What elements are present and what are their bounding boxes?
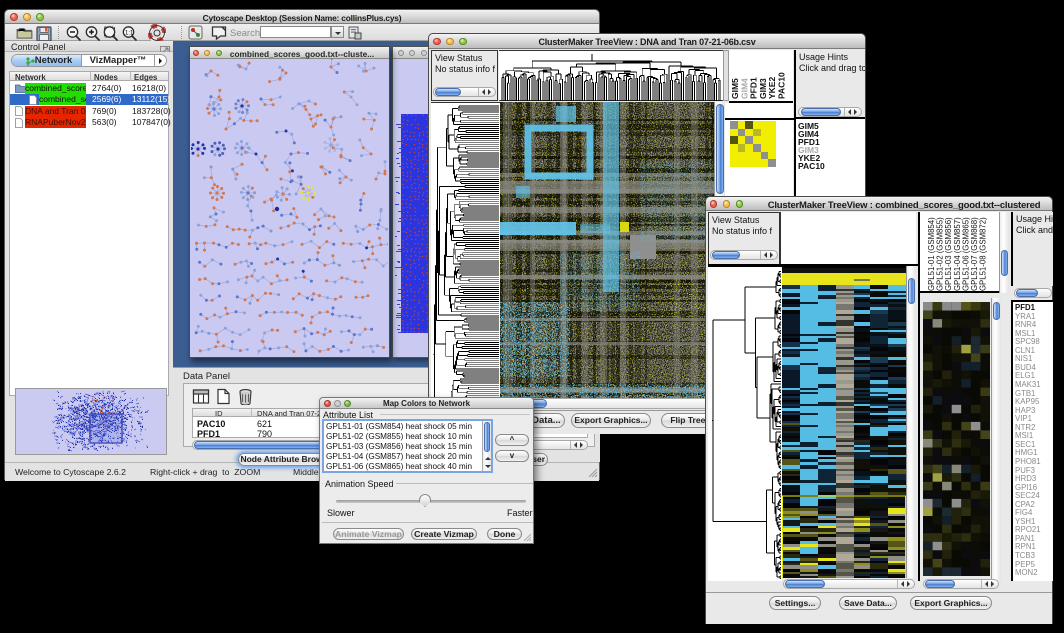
svg-text:GPL51-08 (GSM872): GPL51-08 (GSM872)	[979, 217, 988, 291]
svg-text:PAC10: PAC10	[777, 72, 787, 99]
